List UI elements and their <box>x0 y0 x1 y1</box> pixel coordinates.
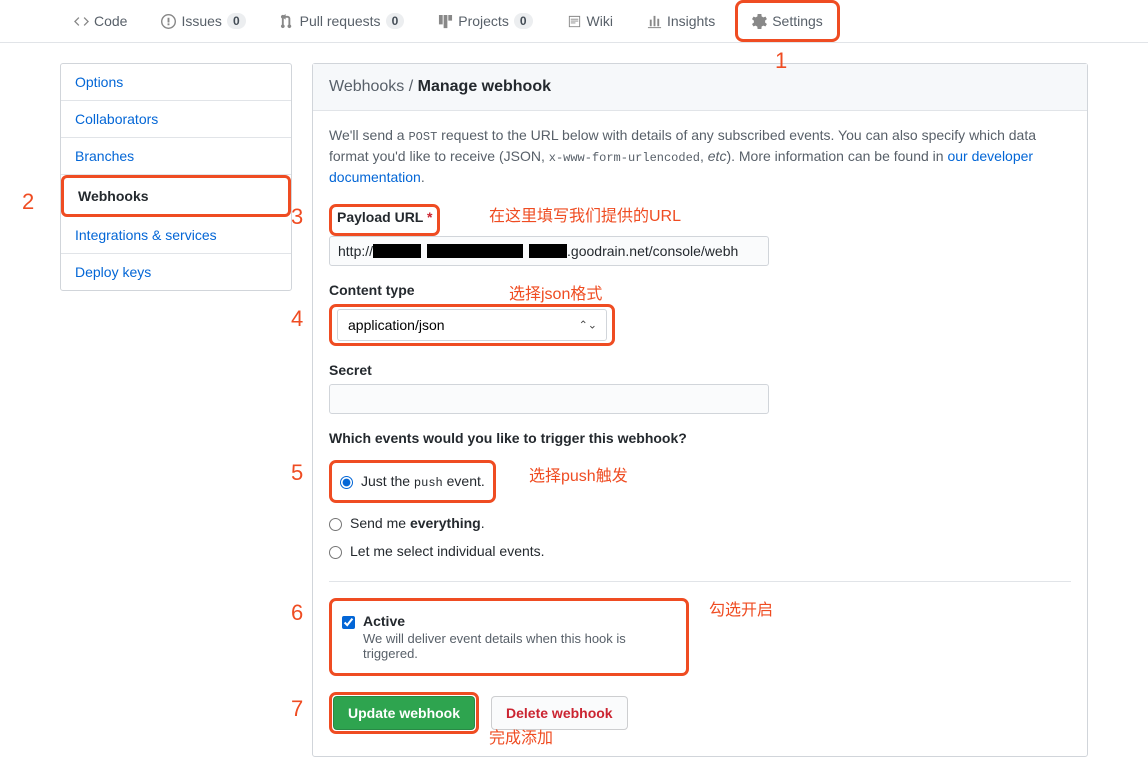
tab-issues-label: Issues <box>181 13 221 29</box>
annotation-7: 7 <box>291 696 303 722</box>
events-option-individual[interactable]: Let me select individual events. <box>329 537 1071 565</box>
radio-push[interactable] <box>340 476 353 489</box>
tab-insights-label: Insights <box>667 13 715 29</box>
annotation-json-text: 选择json格式 <box>509 280 602 304</box>
panel-description: We'll send a POST request to the URL bel… <box>329 125 1071 188</box>
insights-icon <box>647 14 662 29</box>
content-type-label: Content type <box>329 282 415 298</box>
code-icon <box>74 14 89 29</box>
events-title: Which events would you like to trigger t… <box>329 430 1071 446</box>
sidebar-item-collaborators[interactable]: Collaborators <box>61 101 291 138</box>
payload-url-label: Payload URL * <box>337 209 432 225</box>
tab-code[interactable]: Code <box>60 0 141 42</box>
active-note: We will deliver event details when this … <box>363 631 676 661</box>
payload-url-input[interactable]: http://.goodrain.net/console/webh <box>329 236 769 266</box>
sidebar-item-webhooks[interactable]: Webhooks <box>61 175 291 217</box>
annotation-active-text: 勾选开启 <box>709 596 773 620</box>
annotation-2: 2 <box>22 189 34 215</box>
redacted-segment <box>427 244 523 258</box>
pr-count: 0 <box>386 13 405 29</box>
tab-pull-requests[interactable]: Pull requests 0 <box>266 0 419 42</box>
issue-icon <box>161 14 176 29</box>
sidebar-item-deploy-keys[interactable]: Deploy keys <box>61 254 291 290</box>
events-option-everything[interactable]: Send me everything. <box>329 509 1071 537</box>
tab-projects-label: Projects <box>458 13 509 29</box>
breadcrumb: Webhooks / <box>329 78 418 95</box>
annotation-4: 4 <box>291 306 303 332</box>
annotation-push-text: 选择push触发 <box>529 462 628 486</box>
radio-individual[interactable] <box>329 546 342 559</box>
events-option-push[interactable]: Just the push event. <box>340 467 485 496</box>
tab-settings-label: Settings <box>772 13 823 29</box>
sidebar-item-branches[interactable]: Branches <box>61 138 291 175</box>
active-checkbox-row[interactable]: Active We will deliver event details whe… <box>342 607 676 667</box>
tab-insights[interactable]: Insights <box>633 0 729 42</box>
tab-pr-label: Pull requests <box>300 13 381 29</box>
annotation-6: 6 <box>291 600 303 626</box>
tab-code-label: Code <box>94 13 127 29</box>
tab-wiki-label: Wiki <box>587 13 613 29</box>
wiki-icon <box>567 14 582 29</box>
tab-issues[interactable]: Issues 0 <box>147 0 259 42</box>
repo-nav: Code Issues 0 Pull requests 0 Projects 0… <box>0 0 1148 43</box>
content-type-select[interactable]: application/json <box>337 309 607 341</box>
tab-settings[interactable]: Settings <box>735 0 840 42</box>
breadcrumb-current: Manage webhook <box>418 78 551 95</box>
panel-header: Webhooks / Manage webhook <box>313 64 1087 111</box>
tab-projects[interactable]: Projects 0 <box>424 0 546 42</box>
active-label: Active <box>363 613 405 629</box>
annotation-5: 5 <box>291 460 303 486</box>
annotation-3: 3 <box>291 204 303 230</box>
redacted-segment <box>373 244 421 258</box>
annotation-done-text: 完成添加 <box>489 724 553 748</box>
sidebar-item-options[interactable]: Options <box>61 64 291 101</box>
annotation-url-text: 在这里填写我们提供的URL <box>489 202 681 226</box>
redacted-segment <box>529 244 567 258</box>
radio-everything[interactable] <box>329 518 342 531</box>
issues-count: 0 <box>227 13 246 29</box>
gear-icon <box>752 14 767 29</box>
sidebar-item-integrations[interactable]: Integrations & services <box>61 217 291 254</box>
update-webhook-button[interactable]: Update webhook <box>333 696 475 730</box>
annotation-1: 1 <box>775 48 787 74</box>
required-star: * <box>427 209 432 225</box>
pull-request-icon <box>280 14 295 29</box>
secret-label: Secret <box>329 362 372 378</box>
project-icon <box>438 14 453 29</box>
projects-count: 0 <box>514 13 533 29</box>
tab-wiki[interactable]: Wiki <box>553 0 627 42</box>
secret-input[interactable] <box>329 384 769 414</box>
webhook-panel: Webhooks / Manage webhook We'll send a P… <box>312 63 1088 757</box>
settings-sidebar: 2 Options Collaborators Branches Webhook… <box>60 63 292 757</box>
active-checkbox[interactable] <box>342 616 355 629</box>
